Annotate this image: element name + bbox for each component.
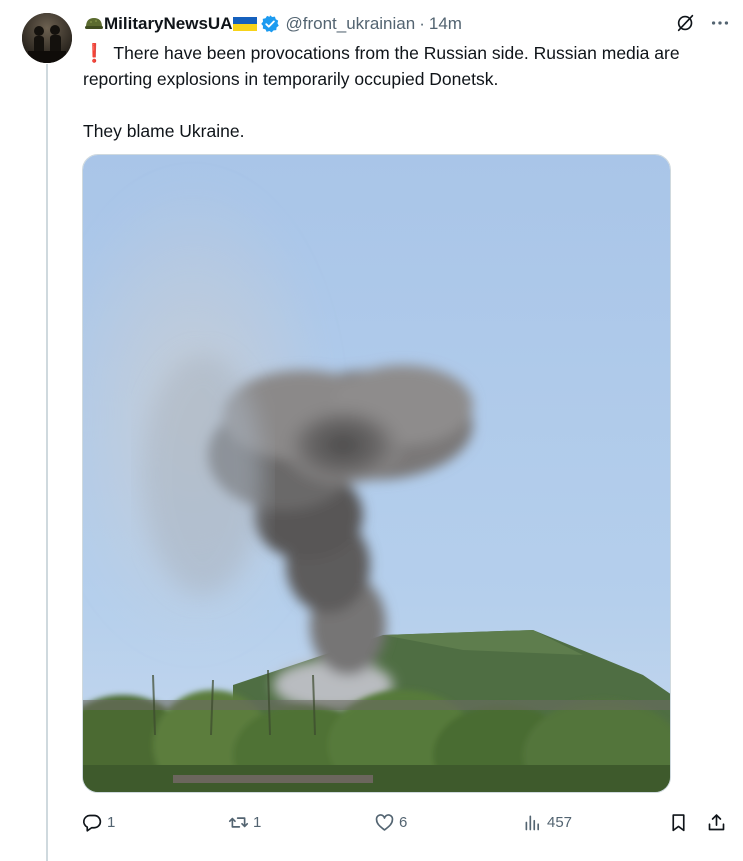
bookmark-button[interactable]: [668, 808, 689, 836]
tweet-actions: 1 1 6 457: [82, 808, 730, 836]
tweet-text-line2: They blame Ukraine.: [83, 121, 245, 141]
analytics-icon: [525, 815, 540, 830]
timestamp[interactable]: 14m: [429, 13, 462, 35]
tweet-text: ❗ There have been provocations from the R…: [83, 40, 733, 144]
tweet-header: MilitaryNewsUA @front_ukrainian · 14m: [84, 12, 731, 36]
like-button[interactable]: 6: [374, 808, 407, 836]
repost-count: 1: [253, 813, 262, 831]
avatar[interactable]: [22, 13, 72, 63]
bookmark-icon: [672, 813, 685, 831]
military-helmet-icon: [84, 14, 104, 34]
reply-button[interactable]: 1: [82, 808, 115, 836]
repost-button[interactable]: 1: [228, 808, 261, 836]
red-exclamation-icon: ❗: [83, 43, 106, 63]
verified-badge-icon[interactable]: [260, 14, 280, 34]
more-options-icon[interactable]: [709, 12, 731, 40]
thread-line: [46, 64, 48, 861]
user-handle[interactable]: @front_ukrainian: [285, 13, 415, 35]
display-name[interactable]: MilitaryNewsUA: [104, 13, 232, 35]
tweet-text-line1: There have been provocations from the Ru…: [83, 43, 680, 89]
heart-icon: [375, 813, 394, 831]
view-count: 457: [547, 813, 573, 831]
grok-icon[interactable]: [675, 12, 697, 40]
ukraine-flag-icon: [233, 15, 258, 33]
views-button[interactable]: 457: [522, 808, 572, 836]
reply-icon: [83, 814, 102, 832]
repost-icon: [228, 816, 249, 828]
header-actions: [675, 12, 731, 40]
separator-dot: ·: [419, 14, 425, 33]
like-count: 6: [399, 813, 408, 831]
share-button[interactable]: [706, 808, 727, 836]
share-icon: [708, 813, 725, 830]
tweet-photo[interactable]: [82, 154, 671, 793]
reply-count: 1: [107, 813, 116, 831]
